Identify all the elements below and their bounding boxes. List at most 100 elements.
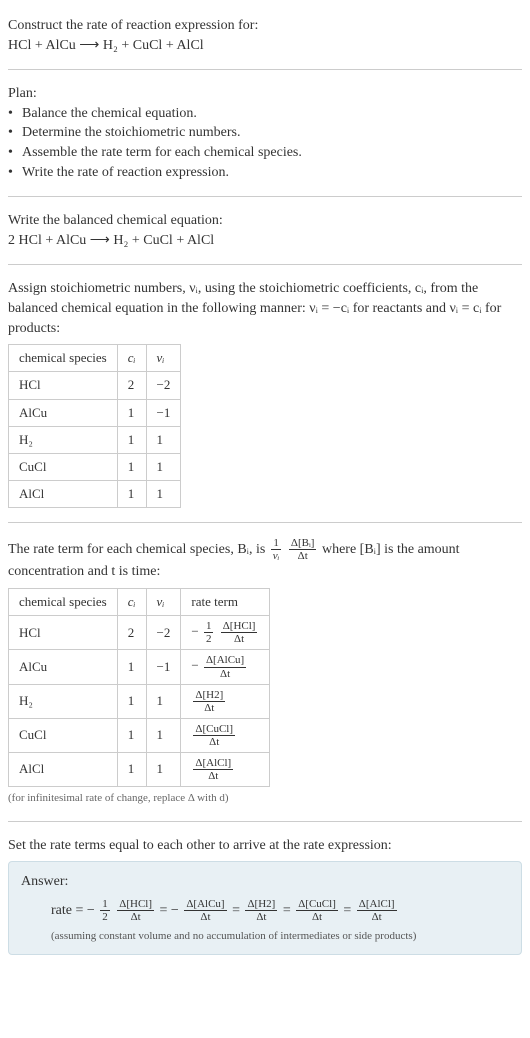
cell-species: AlCu xyxy=(9,650,118,684)
bullet-icon: • xyxy=(8,123,18,143)
bullet-icon: • xyxy=(8,143,18,163)
answer-label: Answer: xyxy=(21,872,509,892)
stoich-table: chemical species cᵢ νᵢ HCl2−2 AlCu1−1 H₂… xyxy=(8,344,181,508)
stoich-section: Assign stoichiometric numbers, νᵢ, using… xyxy=(8,271,522,516)
cell-v: 1 xyxy=(146,684,181,718)
rateterm-inner-frac: Δ[Bᵢ] Δt xyxy=(289,537,317,562)
cell-v: −2 xyxy=(146,616,181,650)
balanced-equation: 2 HCl + AlCu ⟶ H₂ + CuCl + AlCl xyxy=(8,231,522,251)
cell-species: CuCl xyxy=(9,453,118,480)
divider xyxy=(8,264,522,265)
problem-section: Construct the rate of reaction expressio… xyxy=(8,8,522,63)
rate-term: = − xyxy=(160,903,179,918)
table-row: CuCl11 xyxy=(9,453,181,480)
cell-v: 1 xyxy=(146,718,181,752)
balanced-heading: Write the balanced chemical equation: xyxy=(8,211,522,231)
cell-c: 1 xyxy=(117,453,146,480)
problem-title: Construct the rate of reaction expressio… xyxy=(8,16,522,36)
plan-heading: Plan: xyxy=(8,84,522,104)
cell-rate: − Δ[AlCu]Δt xyxy=(181,650,270,684)
rate-term: = xyxy=(343,903,351,918)
rt-frac: Δ[H2]Δt xyxy=(193,689,225,714)
rate-term: = xyxy=(283,903,291,918)
cell-v: −1 xyxy=(146,399,181,426)
plan-item: •Balance the chemical equation. xyxy=(8,104,522,124)
col-rate: rate term xyxy=(181,589,270,616)
cell-v: 1 xyxy=(146,481,181,508)
table-row: HCl2−2 xyxy=(9,372,181,399)
table-row: HCl 2 −2 − 12 Δ[HCl]Δt xyxy=(9,616,270,650)
rateterm-intro-prefix: The rate term for each chemical species,… xyxy=(8,542,269,557)
cell-v: −1 xyxy=(146,650,181,684)
balanced-section: Write the balanced chemical equation: 2 … xyxy=(8,203,522,258)
cell-species: AlCu xyxy=(9,399,118,426)
cell-species: H₂ xyxy=(9,426,118,453)
col-species: chemical species xyxy=(9,589,118,616)
rate-term: = xyxy=(232,903,240,918)
cell-species: HCl xyxy=(9,372,118,399)
final-heading: Set the rate terms equal to each other t… xyxy=(8,836,522,856)
bullet-icon: • xyxy=(8,163,18,183)
answer-assumption: (assuming constant volume and no accumul… xyxy=(21,929,509,944)
cell-rate: − 12 Δ[HCl]Δt xyxy=(181,616,270,650)
rt-prefix: − xyxy=(191,658,198,673)
col-species: chemical species xyxy=(9,345,118,372)
plan-list: •Balance the chemical equation. •Determi… xyxy=(8,104,522,182)
rt-frac: Δ[AlCl]Δt xyxy=(193,757,233,782)
plan-item-text: Determine the stoichiometric numbers. xyxy=(22,123,241,143)
frac-den: Δt xyxy=(296,550,310,562)
cell-species: HCl xyxy=(9,616,118,650)
plan-item: •Assemble the rate term for each chemica… xyxy=(8,143,522,163)
cell-c: 2 xyxy=(117,372,146,399)
divider xyxy=(8,69,522,70)
cell-c: 1 xyxy=(117,481,146,508)
divider xyxy=(8,522,522,523)
final-section: Set the rate terms equal to each other t… xyxy=(8,828,522,964)
bullet-icon: • xyxy=(8,104,18,124)
plan-item: •Write the rate of reaction expression. xyxy=(8,163,522,183)
rate-frac: Δ[HCl]Δt xyxy=(117,898,154,923)
rate-frac: Δ[AlCu]Δt xyxy=(184,898,226,923)
rt-prefix: − xyxy=(191,624,198,639)
plan-item-text: Write the rate of reaction expression. xyxy=(22,163,229,183)
rate-coef-frac: 12 xyxy=(100,898,110,923)
rateterm-intro: The rate term for each chemical species,… xyxy=(8,537,522,582)
rate-expression: rate = − 12 Δ[HCl]Δt = − Δ[AlCu]Δt = Δ[H… xyxy=(21,898,509,923)
cell-species: AlCl xyxy=(9,481,118,508)
divider xyxy=(8,196,522,197)
table-row: AlCu1−1 xyxy=(9,399,181,426)
cell-rate: Δ[CuCl]Δt xyxy=(181,718,270,752)
col-c: cᵢ xyxy=(117,345,146,372)
rateterm-outer-frac: 1 νᵢ xyxy=(271,537,282,562)
rt-coef-frac: 12 xyxy=(204,620,214,645)
rateterm-section: The rate term for each chemical species,… xyxy=(8,529,522,814)
rt-frac: Δ[AlCu]Δt xyxy=(204,654,246,679)
rt-frac: Δ[CuCl]Δt xyxy=(193,723,235,748)
col-v: νᵢ xyxy=(146,345,181,372)
rateterm-table: chemical species cᵢ νᵢ rate term HCl 2 −… xyxy=(8,588,270,787)
table-row: CuCl 1 1 Δ[CuCl]Δt xyxy=(9,718,270,752)
cell-v: −2 xyxy=(146,372,181,399)
rate-term: − xyxy=(87,903,95,918)
frac-num: 1 xyxy=(271,537,281,550)
cell-c: 1 xyxy=(117,718,146,752)
table-row: H₂ 1 1 Δ[H2]Δt xyxy=(9,684,270,718)
plan-section: Plan: •Balance the chemical equation. •D… xyxy=(8,76,522,190)
frac-den: νᵢ xyxy=(271,550,282,562)
frac-num: Δ[Bᵢ] xyxy=(289,537,317,550)
table-header-row: chemical species cᵢ νᵢ rate term xyxy=(9,589,270,616)
cell-rate: Δ[H2]Δt xyxy=(181,684,270,718)
cell-c: 1 xyxy=(117,650,146,684)
cell-species: AlCl xyxy=(9,752,118,786)
table-header-row: chemical species cᵢ νᵢ xyxy=(9,345,181,372)
rate-prefix: rate = xyxy=(51,903,87,918)
cell-c: 1 xyxy=(117,399,146,426)
cell-c: 1 xyxy=(117,684,146,718)
rate-frac: Δ[CuCl]Δt xyxy=(296,898,338,923)
rateterm-note: (for infinitesimal rate of change, repla… xyxy=(8,791,522,806)
table-row: AlCl 1 1 Δ[AlCl]Δt xyxy=(9,752,270,786)
col-c: cᵢ xyxy=(117,589,146,616)
cell-v: 1 xyxy=(146,426,181,453)
cell-rate: Δ[AlCl]Δt xyxy=(181,752,270,786)
cell-c: 1 xyxy=(117,426,146,453)
